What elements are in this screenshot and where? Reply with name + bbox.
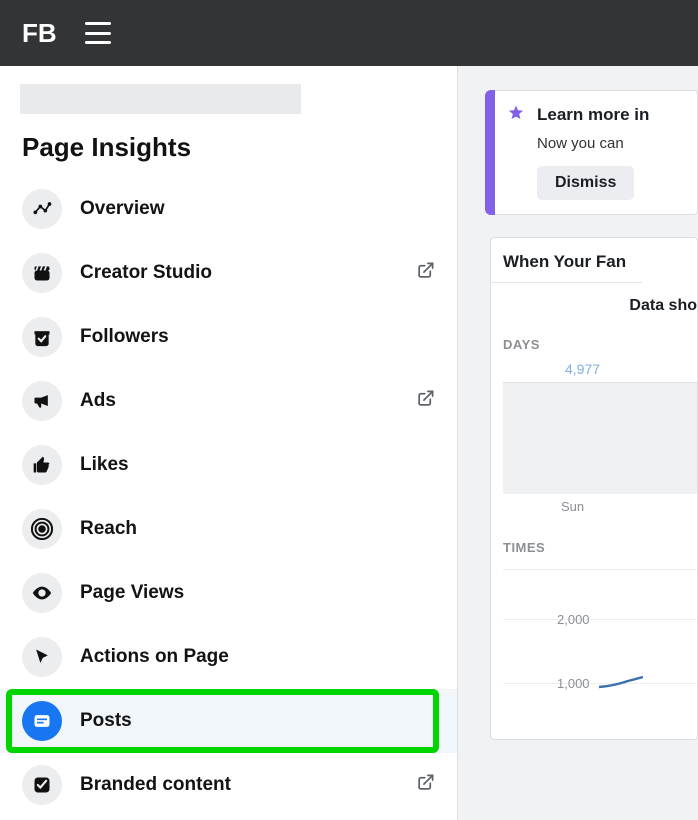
sidebar-item-label: Likes: [80, 454, 129, 476]
eye-icon: [22, 573, 62, 613]
sidebar-item-ads[interactable]: Ads: [0, 369, 457, 433]
thumbs-up-icon: [22, 445, 62, 485]
promo-subtitle: Now you can: [537, 135, 697, 152]
sidebar-item-followers[interactable]: Followers: [0, 305, 457, 369]
times-line-chart: 2,000 1,000: [503, 569, 697, 739]
megaphone-icon: [22, 381, 62, 421]
sidebar-item-overview[interactable]: Overview: [0, 177, 457, 241]
dismiss-button[interactable]: Dismiss: [537, 166, 634, 200]
sidebar-item-label: Page Views: [80, 582, 184, 604]
sidebar-item-label: Followers: [80, 326, 169, 348]
sidebar-nav: Overview Creator Studio Followers Ads Likes R…: [0, 177, 457, 817]
promo-title: Learn more in: [537, 105, 697, 125]
promo-accent-stripe: [485, 90, 495, 215]
fb-logo: FB: [22, 18, 57, 49]
sidebar-item-branded[interactable]: Branded content: [0, 753, 457, 817]
sidebar-item-creator[interactable]: Creator Studio: [0, 241, 457, 305]
top-bar: FB: [0, 0, 698, 66]
bar-category: Sun: [561, 499, 584, 514]
sidebar-item-label: Actions on Page: [80, 646, 229, 668]
sidebar-item-likes[interactable]: Likes: [0, 433, 457, 497]
external-icon: [416, 261, 435, 285]
sidebar-item-label: Posts: [80, 710, 132, 732]
days-bar-chart: 4,977 Sun: [503, 382, 697, 494]
sidebar-item-label: Ads: [80, 390, 116, 412]
sidebar-item-actions[interactable]: Actions on Page: [0, 625, 457, 689]
panel-tab[interactable]: When Your Fan: [491, 238, 642, 283]
tag-check-icon: [22, 765, 62, 805]
bar-value: 4,977: [565, 361, 600, 377]
broadcast-icon: [22, 509, 62, 549]
clapper-icon: [22, 253, 62, 293]
sidebar-item-label: Reach: [80, 518, 137, 540]
box-check-icon: [22, 317, 62, 357]
external-icon: [416, 389, 435, 413]
panel-subtitle: Data sho: [503, 297, 697, 315]
sidebar-header-placeholder: [20, 84, 301, 114]
sidebar-item-label: Creator Studio: [80, 262, 212, 284]
page-title: Page Insights: [0, 114, 457, 173]
activity-icon: [22, 189, 62, 229]
sidebar-item-posts[interactable]: Posts: [0, 689, 457, 753]
star-icon: [507, 104, 525, 127]
sidebar-item-label: Overview: [80, 198, 165, 220]
external-icon: [416, 773, 435, 797]
sidebar-item-reach[interactable]: Reach: [0, 497, 457, 561]
menu-icon[interactable]: [85, 22, 111, 44]
sidebar-item-pageviews[interactable]: Page Views: [0, 561, 457, 625]
sidebar: Page Insights Overview Creator Studio Foll…: [0, 66, 458, 820]
cursor-icon: [22, 637, 62, 677]
days-label: DAYS: [503, 337, 697, 352]
sidebar-item-label: Branded content: [80, 774, 231, 796]
times-label: TIMES: [503, 540, 697, 555]
post-icon: [22, 701, 62, 741]
fans-panel: When Your Fan Data sho DAYS 4,977 Sun TI…: [490, 237, 698, 740]
selection-highlight: [6, 689, 439, 753]
content-pane: Learn more in Now you can Dismiss When Y…: [458, 66, 698, 820]
promo-card: Learn more in Now you can Dismiss: [490, 90, 698, 215]
